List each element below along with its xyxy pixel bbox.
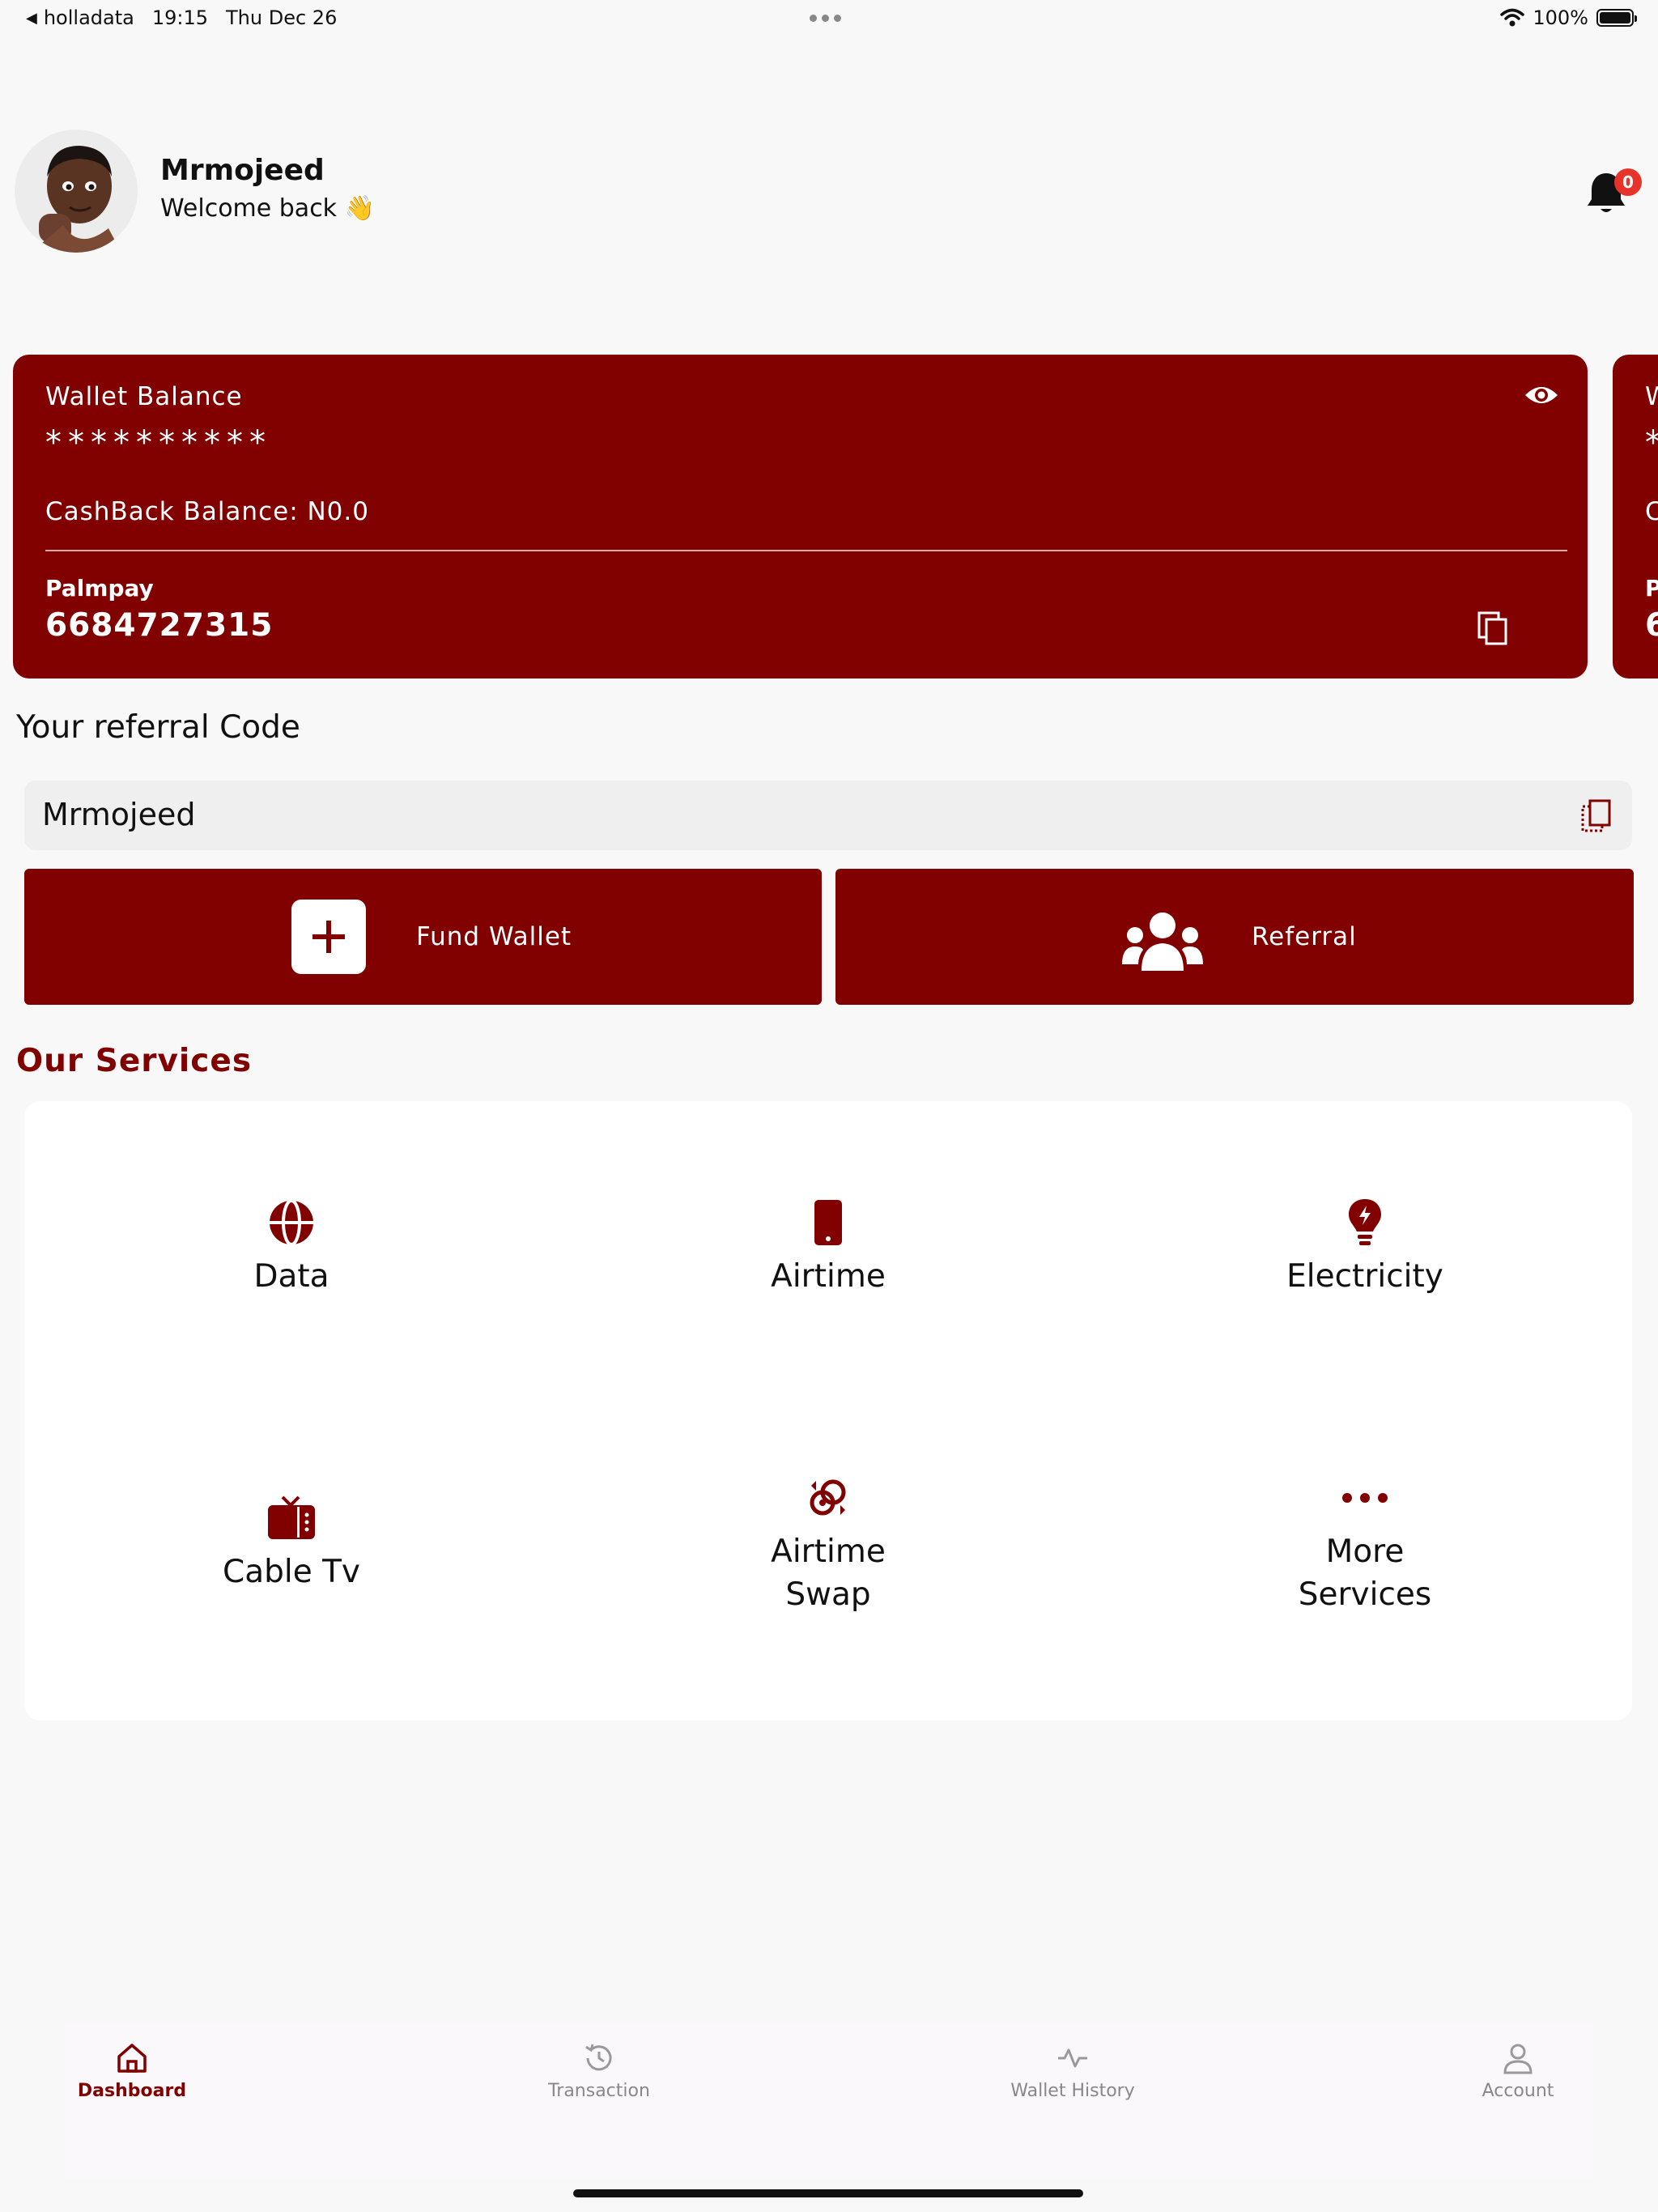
home-indicator[interactable]	[573, 2189, 1083, 2197]
avatar[interactable]	[15, 130, 138, 253]
account-number: 6684727315	[45, 607, 274, 644]
referral-heading: Your referral Code	[16, 709, 300, 746]
bulb-icon	[1337, 1194, 1393, 1251]
history-icon	[585, 2044, 612, 2071]
fund-wallet-label: Fund Wallet	[416, 922, 572, 951]
peek-label: W	[1645, 382, 1658, 411]
services-heading: Our Services	[16, 1043, 253, 1079]
wallet-balance-masked: **********	[45, 424, 272, 462]
services-grid: Data Airtime Electricity Cable Tv Airtim…	[24, 1101, 1632, 1721]
peek-stars: *	[1645, 424, 1658, 462]
swap-icon	[800, 1470, 857, 1526]
more-icon	[1337, 1470, 1393, 1526]
nav-transaction[interactable]: Transaction	[534, 2040, 664, 2101]
status-date: Thu Dec 26	[226, 6, 338, 29]
referral-code-field[interactable]: Mrmojeed	[24, 781, 1632, 850]
multitasking-dots-icon[interactable]	[810, 15, 841, 22]
phone-icon	[800, 1194, 857, 1251]
fund-wallet-button[interactable]: Fund Wallet	[24, 869, 822, 1005]
card-divider	[45, 550, 1567, 551]
battery-percent: 100%	[1533, 6, 1588, 29]
service-label: More Services	[1298, 1534, 1432, 1613]
referral-button[interactable]: Referral	[835, 869, 1634, 1005]
service-airtime[interactable]: Airtime	[561, 1194, 1095, 1299]
status-bar: ◀ holladata 19:15 Thu Dec 26 100%	[0, 0, 1658, 39]
wallet-card-next[interactable]: W * C P 6	[1613, 355, 1658, 678]
users-icon	[1122, 912, 1203, 971]
cashback-balance: CashBack Balance: N0.0	[45, 497, 369, 526]
service-label: Airtime	[771, 1258, 886, 1295]
service-electricity[interactable]: Electricity	[1098, 1194, 1632, 1299]
nav-dashboard[interactable]: Dashboard	[70, 2040, 194, 2101]
eye-icon[interactable]	[1524, 381, 1559, 410]
service-data[interactable]: Data	[24, 1194, 559, 1299]
peek-cashback: C	[1645, 497, 1658, 526]
copy-icon[interactable]	[1477, 610, 1509, 646]
bottom-nav: Dashboard Transaction Wallet History Acc…	[65, 2024, 1593, 2178]
back-arrow-icon[interactable]: ◀	[26, 10, 37, 27]
nav-wallet-history[interactable]: Wallet History	[1004, 2040, 1141, 2101]
copy-icon[interactable]	[1580, 798, 1613, 834]
service-cable-tv[interactable]: Cable Tv	[24, 1490, 559, 1594]
user-icon	[1503, 2044, 1533, 2074]
battery-icon	[1596, 9, 1637, 27]
wallet-card[interactable]: Wallet Balance ********** CashBack Balan…	[13, 355, 1588, 678]
service-more[interactable]: More Services	[1098, 1470, 1632, 1616]
service-label: Cable Tv	[222, 1554, 360, 1590]
wallet-balance-label: Wallet Balance	[45, 382, 243, 411]
service-label: Electricity	[1286, 1258, 1443, 1295]
bank-name: Palmpay	[45, 575, 154, 602]
peek-account: 6	[1645, 607, 1658, 644]
service-airtime-swap[interactable]: Airtime Swap	[561, 1470, 1095, 1616]
nav-account[interactable]: Account	[1465, 2040, 1571, 2101]
notification-badge: 0	[1614, 168, 1642, 196]
welcome-text: Welcome back 👋	[160, 194, 375, 223]
referral-code: Mrmojeed	[42, 797, 196, 832]
username: Mrmojeed	[160, 154, 325, 187]
activity-icon	[1058, 2048, 1087, 2068]
nav-label: Account	[1482, 2081, 1554, 2101]
tv-icon	[263, 1490, 320, 1546]
peek-bank: P	[1645, 575, 1658, 602]
service-label: Data	[253, 1258, 329, 1295]
back-app-label[interactable]: holladata	[44, 6, 134, 29]
wifi-icon	[1500, 8, 1525, 27]
referral-label: Referral	[1252, 922, 1357, 951]
status-time: 19:15	[151, 6, 209, 29]
service-label: Airtime Swap	[771, 1534, 886, 1613]
globe-icon	[263, 1194, 320, 1251]
nav-label: Wallet History	[1010, 2081, 1135, 2101]
nav-label: Transaction	[548, 2081, 650, 2101]
home-icon	[117, 2044, 147, 2073]
plus-icon	[291, 900, 366, 974]
nav-label: Dashboard	[77, 2081, 187, 2101]
